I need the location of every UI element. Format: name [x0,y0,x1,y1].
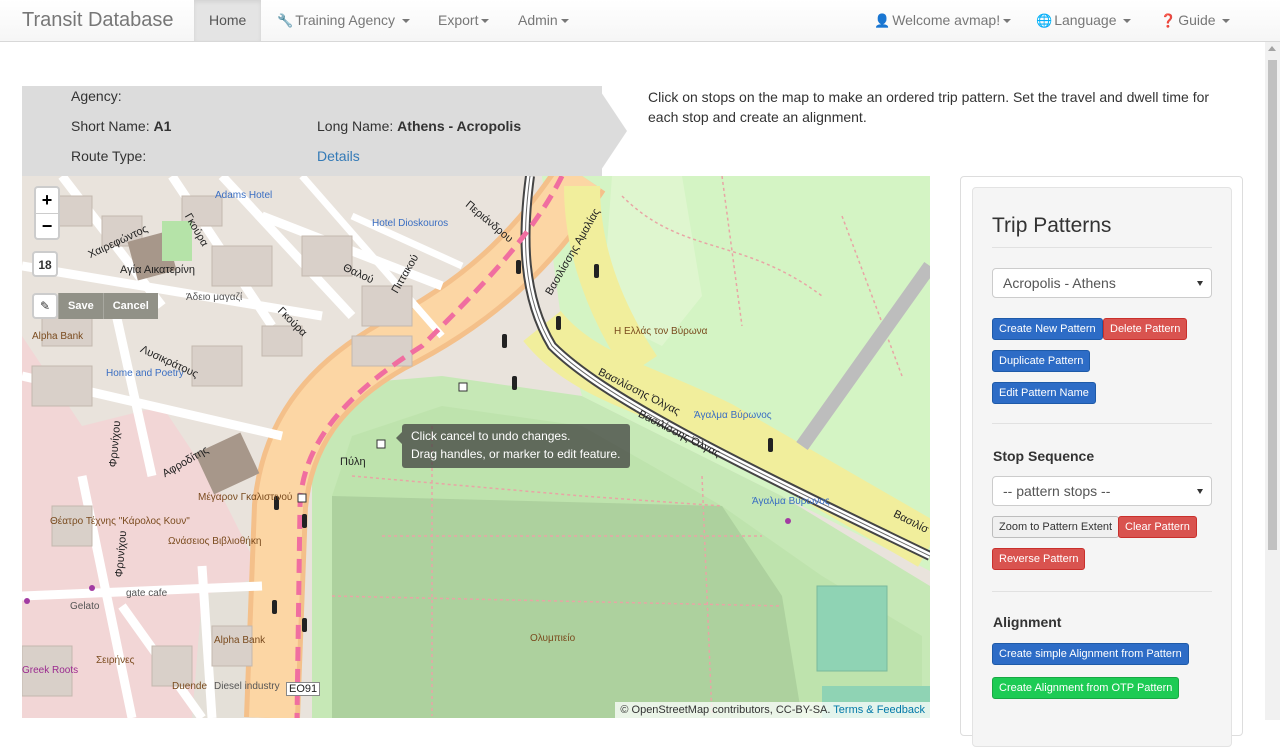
map-label-agalma-byronos-1: Άγαλμα Βύρωνος [694,410,772,421]
zoom-out-button[interactable]: − [36,213,58,238]
panel-title: Trip Patterns [992,214,1112,237]
divider [992,247,1212,248]
create-simple-alignment-button[interactable]: Create simple Alignment from Pattern [992,643,1189,665]
dropdown-arrow-icon [1197,281,1203,286]
short-name-label: Short Name: [71,118,150,134]
map-label-diesel: Diesel industry [214,681,280,692]
agency-label: Agency: [71,88,122,104]
map-label-greek-roots: Greek Roots [22,665,79,676]
map-label-alpha-bank: Alpha Bank [32,331,84,342]
short-name-row: Short Name: A1 [71,118,171,134]
long-name-label: Long Name: [317,118,394,134]
alignment-heading: Alignment [993,614,1062,630]
map-label-agia-aikaterini: Αγία Αικατερίνη [120,264,195,276]
map-view[interactable]: Adams Hotel Hotel Dioskouros Αγία Αικατε… [22,176,930,718]
short-name-value: A1 [153,118,172,134]
nav-admin-label: Admin [518,12,558,28]
create-new-pattern-button[interactable]: Create New Pattern [992,318,1103,340]
pattern-stops-select[interactable]: -- pattern stops -- [992,476,1212,506]
nav-welcome-label: Welcome avmap! [892,12,1001,28]
top-navbar: Transit Database Home 🔧 Training Agency E… [0,0,1280,42]
nav-language-label: Language [1054,12,1117,28]
nav-export-label: Export [438,12,479,28]
caret-down-icon [481,19,490,24]
tooltip-line-2: Drag handles, or marker to edit feature. [411,447,621,461]
edit-toolbar: ✎ Save Cancel [32,293,158,319]
edit-layers-icon[interactable]: ✎ [32,293,58,319]
map-label-adeio-magazi: Άδειο μαγαζί [186,292,243,303]
map-label-alpha-bank-2: Alpha Bank [214,635,266,646]
caret-down-icon [1123,19,1132,24]
nav-export[interactable]: Export [423,0,504,41]
nav-guide-label: Guide [1178,12,1216,28]
map-label-olympieio: Ολυμπιείο [530,633,576,644]
reverse-pattern-button[interactable]: Reverse Pattern [992,548,1086,570]
nav-training-agency[interactable]: 🔧 Training Agency [262,0,425,41]
clear-pattern-button[interactable]: Clear Pattern [1118,516,1197,538]
scroll-up-arrow-icon[interactable] [1268,46,1276,51]
map-label-greece-byron: Η Ελλάς τον Βύρωνα [614,326,708,337]
pattern-select[interactable]: Acropolis - Athens [992,268,1212,298]
edit-tooltip: Click cancel to undo changes. Drag handl… [396,424,630,468]
caret-down-icon [560,19,569,24]
map-label-gelato: Gelato [70,601,100,612]
map-attribution: © OpenStreetMap contributors, CC-BY-SA. … [615,702,930,718]
long-name-value: Athens - Acropolis [397,118,522,134]
long-name-row: Long Name: Athens - Acropolis [317,118,521,134]
pattern-stops-select-value: -- pattern stops -- [1003,483,1111,499]
stop-sequence-heading: Stop Sequence [993,448,1095,464]
nav-home[interactable]: Home [194,0,262,41]
nav-user-menu[interactable]: 👤 Welcome avmap! [859,0,1026,41]
attribution-text: © OpenStreetMap contributors, CC-BY-SA. [620,704,831,716]
map-label-hotel-dioskouros: Hotel Dioskouros [372,218,449,229]
zoom-level-display: 18 [32,251,58,277]
globe-icon: 🌐 [1036,13,1053,28]
map-label-adams-hotel: Adams Hotel [215,190,273,201]
divider [992,591,1212,592]
caret-down-icon [1003,19,1012,24]
map-label-onasios: Ωνάσειος Βιβλιοθήκη [168,536,262,547]
user-icon: 👤 [874,13,891,28]
wrench-icon: 🔧 [277,13,294,28]
scrollbar-thumb[interactable] [1268,60,1277,550]
nav-training-agency-label: Training Agency [295,12,396,28]
delete-pattern-button[interactable]: Delete Pattern [1103,318,1188,340]
zoom-in-button[interactable]: + [36,188,58,213]
route-info-arrow [597,86,627,176]
pattern-select-value: Acropolis - Athens [1003,275,1116,291]
question-circle-icon: ❓ [1160,13,1177,28]
map-label-pyli: Πύλη [340,456,366,468]
instructions-text: Click on stops on the map to make an ord… [648,89,1210,125]
edit-pattern-name-button[interactable]: Edit Pattern Name [992,382,1096,404]
cancel-edit-button[interactable]: Cancel [102,293,158,319]
save-edit-button[interactable]: Save [58,293,103,319]
nav-language[interactable]: 🌐 Language [1021,0,1146,41]
create-otp-alignment-button[interactable]: Create Alignment from OTP Pattern [992,677,1180,699]
nav-admin[interactable]: Admin [503,0,584,41]
zoom-control: + − [34,186,60,240]
map-label-agalma-byronos-2: Άγαλμα Βύρωνος [752,496,830,507]
tooltip-line-1: Click cancel to undo changes. [411,429,571,443]
map-label-duende: Duende [172,681,208,692]
divider [992,423,1212,424]
caret-down-icon [401,19,410,24]
duplicate-pattern-button[interactable]: Duplicate Pattern [992,350,1091,372]
brand-logo[interactable]: Transit Database [22,9,174,32]
map-label-megaron: Μέγαρον Γκαλιστινού [198,492,293,503]
map-label-theatro: Θέατρο Τέχνης "Κάρολος Κουν" [50,516,190,527]
caret-down-icon [1222,19,1231,24]
map-label-route-ref: EO91 [286,682,321,696]
map-label-gate-cafe: gate cafe [126,588,168,599]
page-scrollbar[interactable] [1265,42,1280,720]
details-link[interactable]: Details [317,148,360,164]
map-label-seirines: Σειρήνες [96,655,135,666]
terms-feedback-link[interactable]: Terms & Feedback [833,704,925,716]
route-type-label: Route Type: [71,148,147,164]
zoom-pattern-extent-button[interactable]: Zoom to Pattern Extent [992,516,1120,538]
dropdown-arrow-icon [1197,489,1203,494]
agency-row: Agency: [71,88,122,104]
nav-home-label: Home [209,12,247,28]
nav-guide[interactable]: ❓ Guide [1145,0,1245,41]
